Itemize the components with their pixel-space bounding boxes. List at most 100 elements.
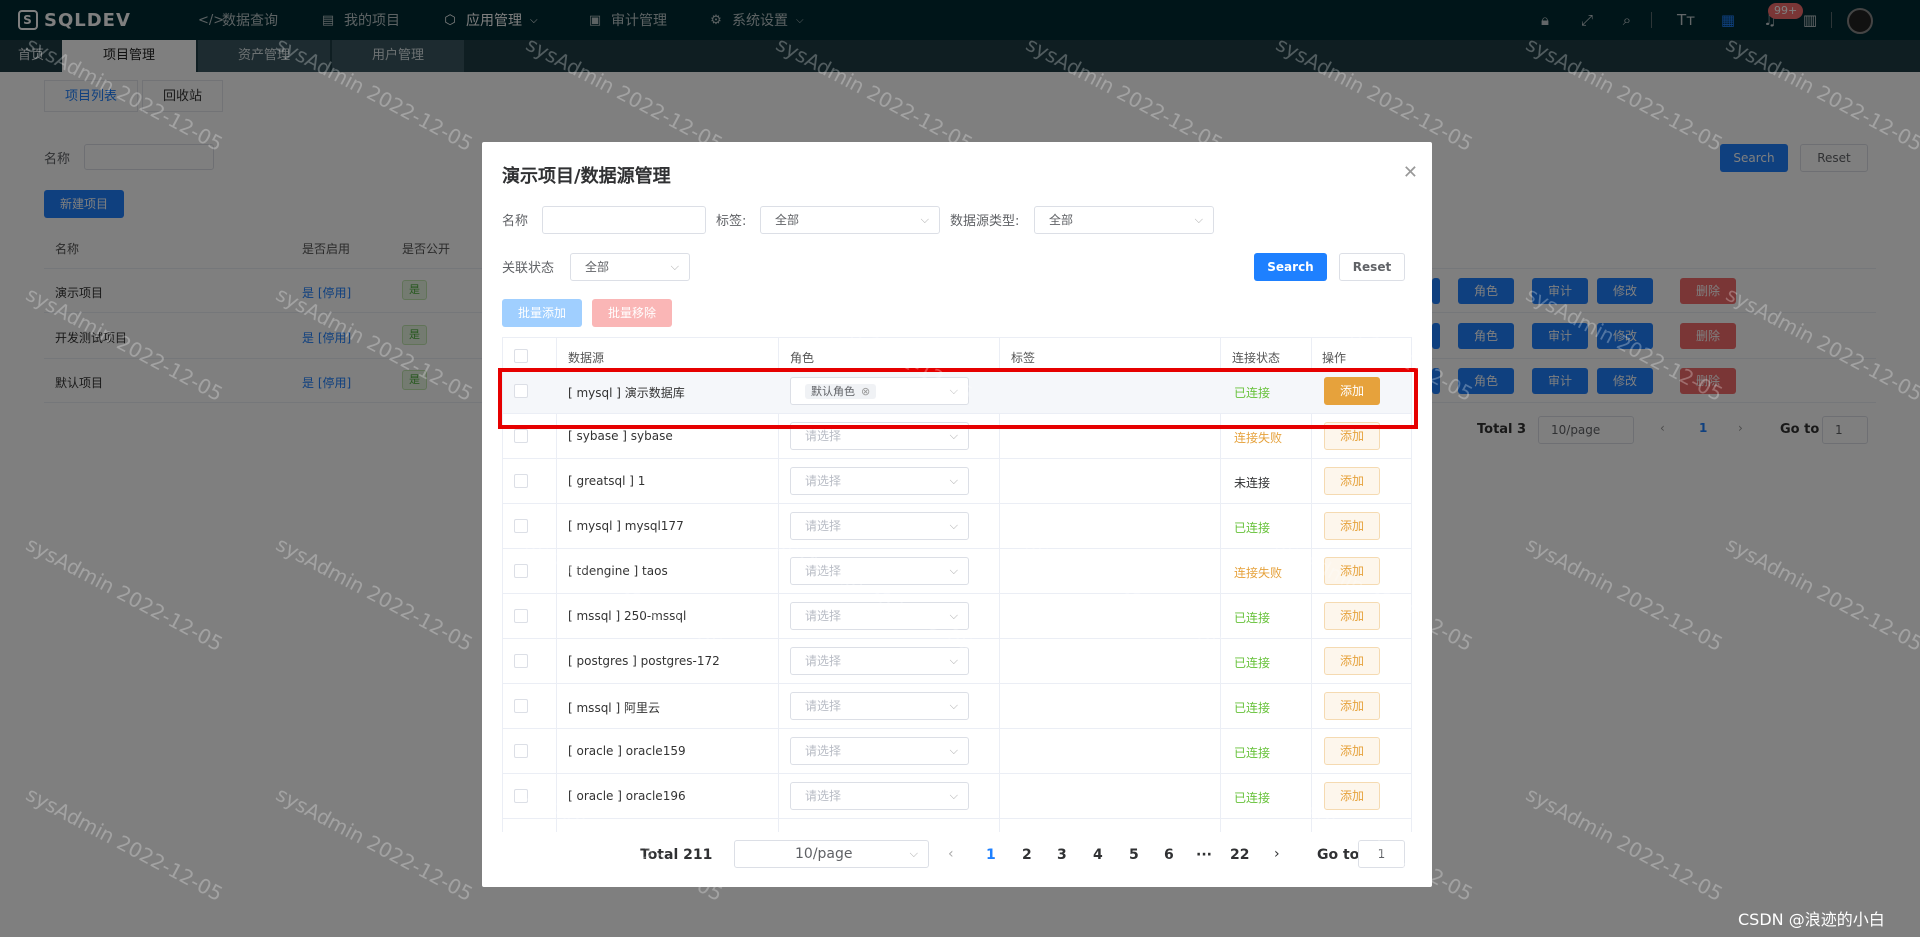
source-name: [ sybase ] sybase (568, 429, 673, 443)
page-size-select[interactable]: 10/page ⌵ (734, 840, 929, 868)
connection-status: 已连接 (1234, 701, 1271, 715)
divider (502, 337, 1412, 338)
row-checkbox[interactable] (514, 789, 528, 803)
add-button[interactable]: 添加 (1324, 602, 1380, 630)
role-select[interactable]: 请选择 ⌵ (790, 692, 969, 720)
name-input[interactable] (542, 206, 706, 234)
page-22[interactable]: 22 (1230, 847, 1249, 863)
divider (502, 548, 1412, 549)
connection-status: 未连接 (1234, 476, 1271, 490)
role-select[interactable]: 请选择 ⌵ (790, 602, 969, 630)
row-checkbox[interactable] (514, 474, 528, 488)
source-name: [ greatsql ] 1 (568, 474, 646, 488)
role-select[interactable]: 请选择 ⌵ (790, 557, 969, 585)
add-button[interactable]: 添加 (1324, 512, 1380, 540)
page-3[interactable]: 3 (1057, 847, 1067, 863)
goto-input[interactable]: 1 (1358, 840, 1405, 868)
role-select[interactable]: 请选择 ⌵ (790, 647, 969, 675)
connection-status: 已连接 (1234, 746, 1271, 760)
add-button[interactable]: 添加 (1324, 692, 1380, 720)
source-name: [ mysql ] mysql177 (568, 519, 684, 533)
chevron-down-icon: ⌵ (949, 564, 958, 577)
page-2[interactable]: 2 (1022, 847, 1032, 863)
status-label: 关联状态 (502, 261, 555, 276)
row-checkbox[interactable] (514, 564, 528, 578)
role-select[interactable]: 请选择 ⌵ (790, 737, 969, 765)
chevron-down-icon: ⌵ (949, 744, 958, 757)
more-pages[interactable]: ··· (1196, 847, 1212, 863)
goto-label: Go to (1317, 847, 1360, 863)
add-button[interactable]: 添加 (1324, 737, 1380, 765)
type-label: 数据源类型: (950, 214, 1020, 229)
next-page-icon[interactable]: › (1274, 846, 1280, 862)
select-all-checkbox[interactable] (514, 349, 528, 363)
connection-status: 连接失败 (1234, 566, 1283, 580)
row-checkbox[interactable] (514, 429, 528, 443)
page-6[interactable]: 6 (1164, 847, 1174, 863)
chevron-down-icon: ⌵ (1194, 213, 1203, 226)
col-header-role: 角色 (790, 351, 815, 365)
role-select[interactable]: 请选择 ⌵ (790, 782, 969, 810)
dialog-title: 演示项目/数据源管理 (502, 166, 671, 187)
name-label: 名称 (502, 214, 529, 229)
col-header-tag: 标签 (1011, 351, 1036, 365)
divider (502, 728, 1412, 729)
chevron-down-icon: ⌵ (949, 699, 958, 712)
col-header-action: 操作 (1322, 351, 1347, 365)
divider (502, 773, 1412, 774)
search-button[interactable]: Search (1254, 253, 1327, 281)
chevron-down-icon: ⌵ (949, 474, 958, 487)
divider (502, 818, 1412, 819)
prev-page-icon[interactable]: ‹ (948, 846, 954, 862)
source-name: [ postgres ] postgres-172 (568, 654, 720, 668)
page-1[interactable]: 1 (986, 847, 996, 863)
chevron-down-icon: ⌵ (949, 609, 958, 622)
tag-label: 标签: (716, 214, 747, 229)
source-name: [ oracle ] oracle159 (568, 744, 686, 758)
row-checkbox[interactable] (514, 519, 528, 533)
add-button[interactable]: 添加 (1324, 782, 1380, 810)
col-header-status: 连接状态 (1232, 351, 1281, 365)
role-select[interactable]: 请选择 ⌵ (790, 512, 969, 540)
app-root: S SQLDEV </>数据查询 ▤我的项目 ⬡应用管理⌵ ▣审计管理 ⚙系统设… (0, 0, 1920, 937)
highlight-box (498, 368, 1418, 429)
total-count: Total 211 (640, 847, 713, 863)
source-name: [ oracle ] oracle196 (568, 789, 686, 803)
chevron-down-icon: ⌵ (949, 654, 958, 667)
batch-add-button[interactable]: 批量添加 (502, 299, 582, 327)
status-select[interactable]: 全部 ⌵ (570, 253, 690, 281)
connection-status: 已连接 (1234, 521, 1271, 535)
source-name: [ mssql ] 250-mssql (568, 609, 687, 623)
add-button[interactable]: 添加 (1324, 557, 1380, 585)
credit-text: CSDN @浪迹的小白 (1738, 910, 1885, 929)
divider (502, 458, 1412, 459)
connection-status: 已连接 (1234, 791, 1271, 805)
add-button[interactable]: 添加 (1324, 467, 1380, 495)
tag-select[interactable]: 全部 ⌵ (760, 206, 940, 234)
batch-remove-button[interactable]: 批量移除 (592, 299, 672, 327)
add-button[interactable]: 添加 (1324, 647, 1380, 675)
row-checkbox[interactable] (514, 654, 528, 668)
role-select[interactable]: 请选择 ⌵ (790, 467, 969, 495)
chevron-down-icon: ⌵ (949, 519, 958, 532)
row-checkbox[interactable] (514, 699, 528, 713)
row-checkbox[interactable] (514, 744, 528, 758)
datasource-dialog: 演示项目/数据源管理 ✕ 名称 标签: 全部 ⌵ 数据源类型: 全部 ⌵ 关联状态 … (482, 142, 1432, 887)
page-5[interactable]: 5 (1129, 847, 1139, 863)
divider (502, 683, 1412, 684)
divider (502, 638, 1412, 639)
page-4[interactable]: 4 (1093, 847, 1103, 863)
connection-status: 已连接 (1234, 656, 1271, 670)
source-name: [ tdengine ] taos (568, 564, 668, 578)
connection-status: 连接失败 (1234, 431, 1283, 445)
chevron-down-icon: ⌵ (920, 213, 929, 226)
close-icon[interactable]: ✕ (1403, 162, 1418, 183)
col-header-source: 数据源 (568, 351, 605, 365)
type-select[interactable]: 全部 ⌵ (1034, 206, 1214, 234)
divider (502, 503, 1412, 504)
chevron-down-icon: ⌵ (909, 847, 918, 860)
reset-button[interactable]: Reset (1339, 253, 1405, 281)
chevron-down-icon: ⌵ (949, 789, 958, 802)
row-checkbox[interactable] (514, 609, 528, 623)
divider (502, 593, 1412, 594)
